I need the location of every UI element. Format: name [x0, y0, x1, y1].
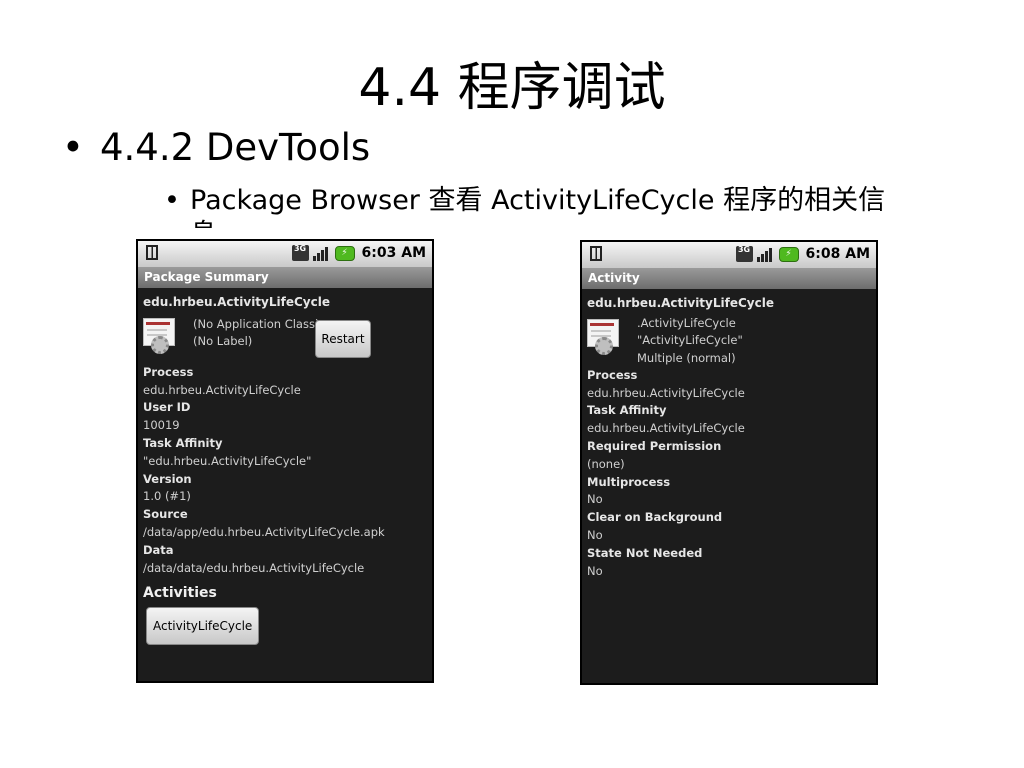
restart-button[interactable]: Restart	[315, 319, 371, 358]
status-icons: 3G ⚡ 6:03 AM	[291, 245, 426, 261]
activity-button[interactable]: ActivityLifeCycle	[146, 607, 260, 646]
package-name: edu.hrbeu.ActivityLifeCycle	[587, 296, 774, 310]
field-value: No	[587, 527, 603, 542]
slide-title: 4.4 程序调试	[358, 58, 666, 118]
activities-heading: Activities	[143, 585, 217, 602]
app-default-icon	[143, 317, 175, 356]
field-value: "edu.hrbeu.ActivityLifeCycle"	[143, 453, 312, 468]
battery-icon: ⚡	[778, 246, 799, 262]
status-bar: 3G ⚡ 6:03 AM	[138, 241, 432, 267]
status-icons: 3G ⚡ 6:08 AM	[735, 246, 870, 262]
battery-icon: ⚡	[334, 245, 355, 261]
app-text: (No Application Class) (No Label)	[193, 316, 319, 350]
bullet-2-text: Package Browser 查看 ActivityLifeCycle 程序的…	[190, 185, 886, 216]
field-label: Multiprocess	[587, 474, 671, 489]
app-info-row: (No Application Class) (No Label) Restar…	[143, 312, 427, 364]
field-value: No	[587, 492, 603, 507]
field-value: 10019	[143, 418, 180, 433]
package-details: edu.hrbeu.ActivityLifeCycle (No Applicat…	[138, 288, 432, 649]
status-time: 6:08 AM	[805, 246, 870, 262]
field-value: (none)	[587, 456, 625, 471]
screen-title-bar: Activity	[582, 268, 876, 289]
bullet-dot: •	[62, 126, 84, 169]
activity-screenshot: 3G ⚡ 6:08 AM Activity edu.hrbeu.Activity…	[580, 240, 878, 685]
field-label: Process	[143, 364, 194, 379]
field-label: User ID	[143, 400, 191, 415]
field-value: 1.0 (#1)	[143, 489, 191, 504]
sd-card-icon	[590, 246, 602, 261]
app-default-icon	[587, 318, 619, 357]
field-value: No	[587, 563, 603, 578]
field-label: Process	[587, 367, 638, 382]
field-list: Process edu.hrbeu.ActivityLifeCycle User…	[143, 364, 427, 578]
field-value: edu.hrbeu.ActivityLifeCycle	[587, 385, 745, 400]
field-label: Source	[143, 507, 188, 522]
status-bar: 3G ⚡ 6:08 AM	[582, 242, 876, 268]
sd-card-icon	[146, 245, 158, 260]
network-3g-icon: 3G	[291, 245, 309, 261]
field-label: Task Affinity	[143, 435, 223, 450]
status-time: 6:03 AM	[361, 245, 426, 261]
field-label: Clear on Background	[587, 510, 723, 525]
network-3g-icon: 3G	[735, 246, 753, 262]
launch-mode: Multiple (normal)	[637, 350, 736, 365]
signal-icon	[312, 245, 331, 261]
activity-details: edu.hrbeu.ActivityLifeCycle .ActivityLif…	[582, 289, 876, 584]
field-value: /data/data/edu.hrbeu.ActivityLifeCycle	[143, 560, 365, 575]
field-label: Required Permission	[587, 438, 722, 453]
activity-text: .ActivityLifeCycle "ActivityLifeCycle" M…	[637, 315, 743, 368]
field-label: State Not Needed	[587, 545, 703, 560]
field-label: Data	[143, 542, 174, 557]
field-value: edu.hrbeu.ActivityLifeCycle	[587, 421, 745, 436]
field-value: /data/app/edu.hrbeu.ActivityLifeCycle.ap…	[143, 524, 385, 539]
package-summary-screenshot: 3G ⚡ 6:03 AM Package Summary edu.hrbeu.A…	[136, 239, 434, 683]
activity-class: .ActivityLifeCycle	[637, 315, 736, 330]
package-name: edu.hrbeu.ActivityLifeCycle	[143, 295, 330, 309]
field-label: Version	[143, 471, 192, 486]
field-list: Process edu.hrbeu.ActivityLifeCycle Task…	[587, 367, 871, 581]
signal-icon	[756, 246, 775, 262]
bullet-level-2: • Package Browser 查看 ActivityLifeCycle 程序…	[164, 182, 886, 228]
activity-info-row: .ActivityLifeCycle "ActivityLifeCycle" M…	[587, 313, 871, 367]
bullet-level-1: • 4.4.2 DevTools	[62, 124, 370, 172]
app-class: (No Application Class)	[193, 316, 320, 331]
activity-label: "ActivityLifeCycle"	[637, 333, 743, 348]
field-label: Task Affinity	[587, 403, 667, 418]
bullet-dot: •	[164, 185, 180, 216]
bullet-1-text: 4.4.2 DevTools	[100, 126, 371, 169]
bullet-2-wrap-text: 息	[190, 216, 217, 228]
screen-title-bar: Package Summary	[138, 267, 432, 288]
app-label: (No Label)	[193, 333, 253, 348]
field-value: edu.hrbeu.ActivityLifeCycle	[143, 382, 301, 397]
